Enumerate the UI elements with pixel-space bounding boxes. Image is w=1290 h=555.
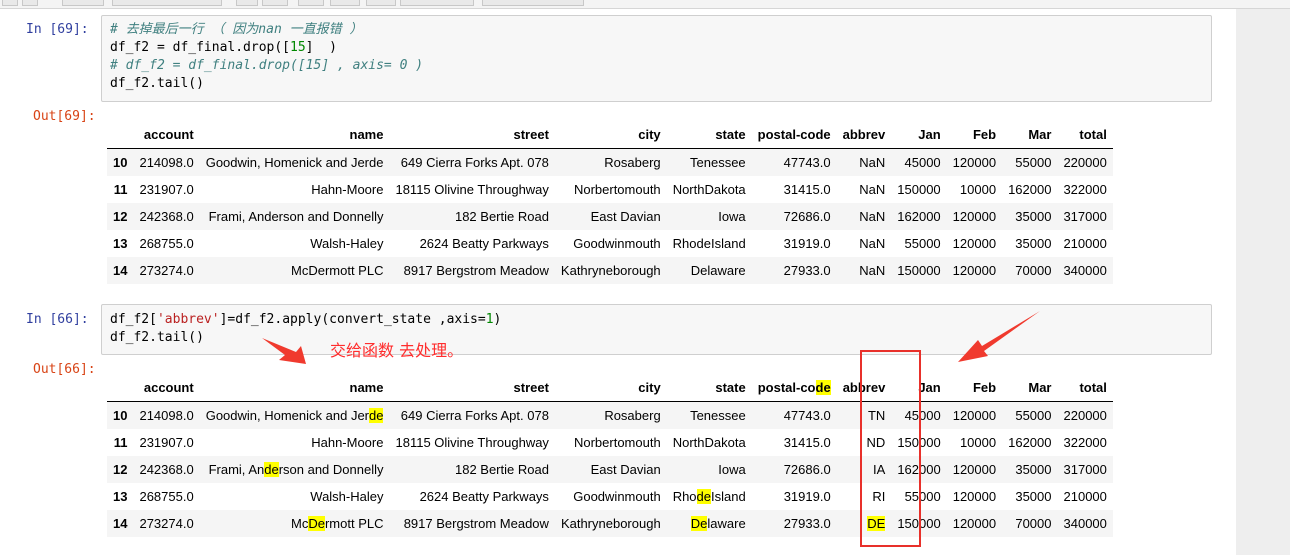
arrow-to-abbrev	[958, 311, 1040, 362]
arrow-to-code	[262, 338, 306, 364]
annotation-arrows	[262, 311, 1040, 364]
